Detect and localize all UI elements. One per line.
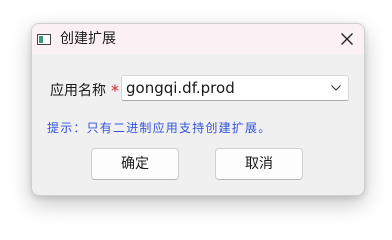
app-window-icon	[37, 34, 51, 45]
hint-text: 提示：只有二进制应用支持创建扩展。	[47, 121, 272, 135]
app-icon-accent	[39, 36, 43, 43]
close-button[interactable]	[330, 24, 364, 54]
close-icon	[341, 33, 353, 45]
create-extension-dialog: 创建扩展 应用名称 * gongqi.df.prod 提示：只有二进制应用支持创…	[31, 23, 365, 196]
chevron-down-icon	[331, 85, 341, 91]
cancel-button[interactable]: 取消	[215, 148, 303, 180]
title-bar[interactable]: 创建扩展	[32, 24, 364, 54]
ok-button[interactable]: 确定	[91, 148, 179, 180]
required-mark: *	[111, 81, 119, 100]
app-name-label: 应用名称	[50, 83, 106, 99]
window-title: 创建扩展	[60, 31, 116, 47]
app-name-select[interactable]: gongqi.df.prod	[121, 75, 349, 101]
app-name-selected-value: gongqi.df.prod	[126, 79, 235, 97]
